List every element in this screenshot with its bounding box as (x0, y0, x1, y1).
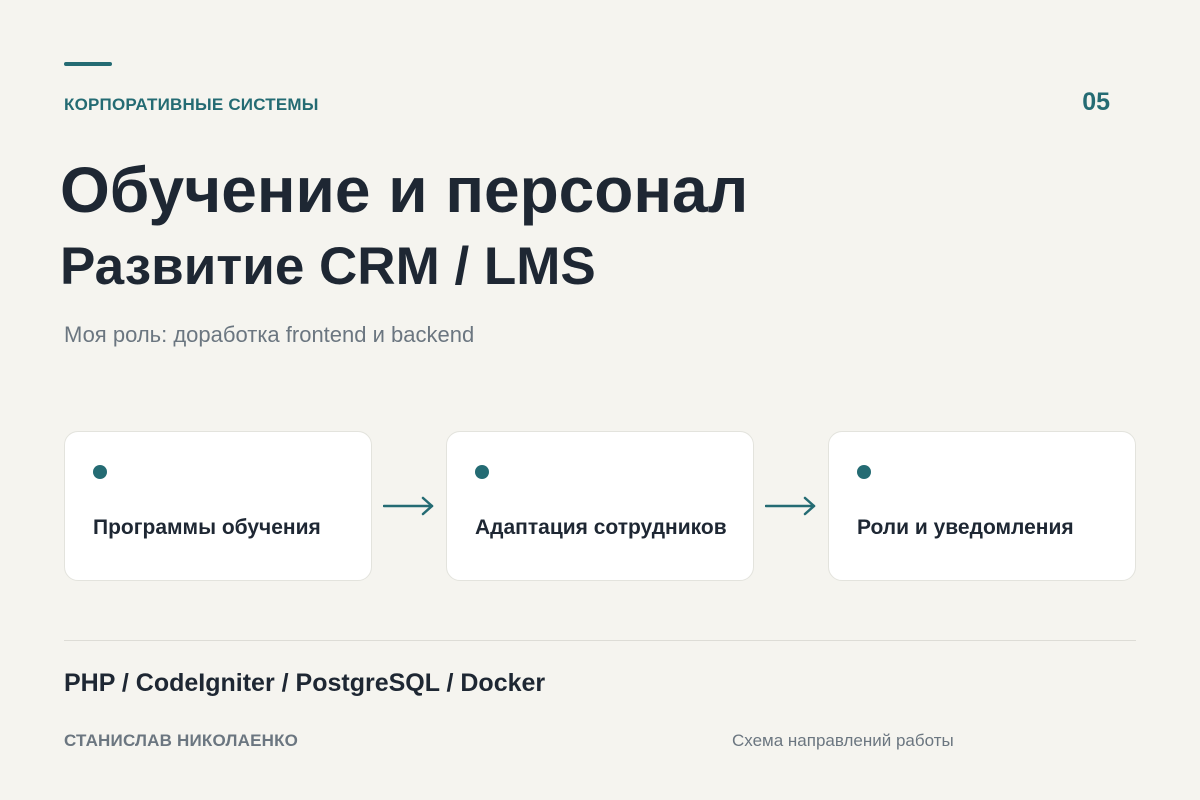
arrow-right-icon (383, 496, 434, 516)
slide-number: 05 (1082, 88, 1110, 116)
arrow-right-icon (765, 496, 816, 516)
page-subtitle: Развитие CRM / LMS (60, 237, 596, 296)
role-description: Моя роль: доработка frontend и backend (64, 322, 475, 347)
flow-step-roles-notifications: Роли и уведомления (828, 431, 1136, 581)
flow-step-label: Программы обучения (93, 516, 321, 539)
flow-step-label: Роли и уведомления (857, 516, 1074, 539)
flow-step-label: Адаптация сотрудников (475, 516, 727, 539)
author-name: СТАНИСЛАВ НИКОЛАЕНКО (64, 731, 299, 750)
slide-caption: Схема направлений работы (732, 731, 954, 750)
section-label: КОРПОРАТИВНЫЕ СИСТЕМЫ (64, 95, 319, 114)
bullet-dot-icon (475, 465, 489, 479)
bullet-dot-icon (857, 465, 871, 479)
tech-stack: PHP / CodeIgniter / PostgreSQL / Docker (64, 669, 546, 697)
accent-bar (64, 62, 112, 66)
page-title: Обучение и персонал (60, 154, 749, 226)
flow-step-training-programs: Программы обучения (64, 431, 372, 581)
bullet-dot-icon (93, 465, 107, 479)
footer-divider (64, 640, 1136, 641)
flow-step-employee-onboarding: Адаптация сотрудников (446, 431, 754, 581)
